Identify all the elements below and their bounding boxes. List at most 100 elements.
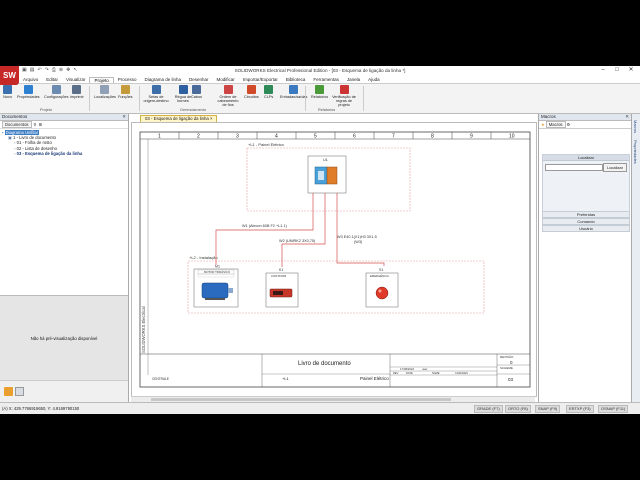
ribbon-separator: [363, 86, 364, 111]
ribbon-button-11[interactable]: CLPs: [264, 85, 273, 99]
preview-area: Não há pré-visualização disponível: [0, 295, 128, 381]
button-name: EMERGÊNCIA: [370, 273, 389, 278]
tree-item[interactable]: ▫ 03 - Esquema de ligação da linha: [2, 151, 126, 156]
macro-section-preferidas[interactable]: Preferidas: [542, 211, 630, 218]
column-number: 3: [236, 134, 239, 140]
ortho-toggle[interactable]: ORTO (F8): [505, 405, 531, 413]
macros-tab[interactable]: Macros: [545, 121, 566, 128]
title-block: Livro de documento REVISÃO 0 SCHEME 03 +…: [140, 353, 530, 387]
ribbon-button-2[interactable]: Configurações: [44, 85, 68, 99]
menu-tab-9[interactable]: Biblioteca: [282, 77, 310, 82]
macro-section-comando[interactable]: Comando: [542, 218, 630, 225]
vertical-tab-macros[interactable]: Macros: [633, 120, 638, 133]
ribbon: Novo Propriedades Configurações Imprimir Loc…: [0, 83, 640, 114]
menu-tab-3[interactable]: Projeto: [89, 76, 114, 83]
filter-icon[interactable]: ⚲: [34, 122, 37, 127]
ribbon-button-1[interactable]: Propriedades: [17, 85, 40, 99]
menu-tab-8[interactable]: Importar/Exportar: [239, 77, 282, 82]
vertical-tab-strip: Macros Propriedades: [631, 114, 640, 403]
macro-search-button[interactable]: Localizar: [603, 163, 627, 172]
brand-vertical: SOLIDWORKS Electrical: [141, 306, 146, 353]
grid-toggle[interactable]: GRADE (F7): [474, 405, 503, 413]
menu-tab-2[interactable]: Visualizar: [62, 77, 89, 82]
ribbon-group-label: Projeto: [40, 108, 53, 112]
menu-tab-4[interactable]: Processo: [114, 77, 141, 82]
ribbon-button-13[interactable]: Relatórios: [311, 85, 328, 99]
ribbon-button-icon: [51, 85, 61, 94]
ribbon-group-label: Relatórios: [318, 108, 336, 112]
documents-panel-header: Documentos ✕: [0, 114, 128, 121]
macro-search-input[interactable]: [545, 164, 603, 171]
cable-w3[interactable]: [336, 193, 385, 266]
menu-tab-6[interactable]: Desenhar: [185, 77, 213, 82]
status-bar: (A) X: 429.7766919650, Y: 4.9169790150 G…: [0, 402, 640, 414]
vertical-tab-properties[interactable]: Propriedades: [633, 140, 638, 164]
scrollbar-thumb[interactable]: [151, 398, 451, 401]
ribbon-button-icon: [288, 85, 298, 94]
documents-tab[interactable]: Documentos: [2, 121, 32, 128]
column-number: 10: [509, 134, 515, 140]
macros-panel-title: Macros: [541, 114, 556, 119]
ribbon-button-icon: [23, 85, 33, 94]
cable-w1[interactable]: [215, 193, 314, 265]
column-number: 5: [314, 134, 317, 140]
ribbon-button-icon: [178, 85, 188, 94]
star-icon[interactable]: ★: [541, 122, 545, 127]
ribbon-button-icon: [3, 85, 12, 94]
ribbon-button-0[interactable]: Novo: [3, 85, 12, 99]
revision-value: 0: [510, 360, 513, 365]
cable-w3-label: W3 E40 1(X1)H3 3X1,5: [337, 235, 377, 239]
ribbon-button-label: Setas de origem-destino: [143, 95, 169, 103]
column-number: 1: [158, 134, 161, 140]
components-view-icon[interactable]: [15, 387, 24, 396]
menu-tab-5[interactable]: Diagrama de linha: [141, 77, 186, 82]
ribbon-button-label: Imprimir: [70, 95, 84, 99]
maximize-icon[interactable]: □: [610, 66, 624, 75]
menu-tab-10[interactable]: Ferramentas: [309, 77, 343, 82]
macros-search-box: Localizar Localizar: [542, 154, 630, 212]
close-icon[interactable]: ✕: [625, 114, 629, 120]
electrical-panel-icon: [314, 166, 338, 185]
snap-toggle[interactable]: SNAP (F9): [535, 405, 561, 413]
ribbon-button-6[interactable]: Setas de origem-destino: [143, 85, 169, 103]
search-header: Localizar: [543, 155, 629, 161]
scheme-label: SCHEME: [500, 366, 513, 370]
drawing-canvas[interactable]: 1 2 3 4 5 6 7 8 9 10 SOLIDWORKS Electrical +L1 - …: [131, 122, 537, 397]
ribbon-button-label: CLPs: [264, 95, 274, 99]
close-icon[interactable]: ✕: [624, 66, 638, 75]
menu-tab-7[interactable]: Modificar: [213, 77, 239, 82]
settings-icon[interactable]: ⚙: [567, 122, 571, 127]
macros-panel: Macros ✕ ★ Macros ⚙ Localizar Localizar …: [538, 114, 631, 403]
ertxp-toggle[interactable]: ERTXP (F3): [566, 405, 594, 413]
ribbon-button-10[interactable]: Circuitos: [244, 85, 259, 99]
menu-tab-12[interactable]: Ajuda: [364, 77, 384, 82]
app-logo[interactable]: SW: [0, 66, 19, 85]
ribbon-button-icon: [315, 85, 325, 94]
menu-tab-1[interactable]: Editar: [42, 77, 62, 82]
minimize-icon[interactable]: –: [596, 66, 610, 75]
column-number: 4: [275, 134, 278, 140]
expand-icon[interactable]: ⊞: [39, 122, 43, 127]
macro-section-usuario[interactable]: Usuário: [542, 225, 630, 232]
ribbon-button-8[interactable]: Cabos: [191, 85, 202, 99]
documents-view-icon[interactable]: [4, 387, 13, 396]
ribbon-button-14[interactable]: Verificação de regras de projeto: [331, 85, 357, 107]
ribbon-button-label: Funções: [118, 95, 133, 99]
menu-tab-11[interactable]: Janela: [343, 77, 364, 82]
osnap-toggle[interactable]: OSNAP (F11): [598, 405, 629, 413]
ribbon-button-4[interactable]: Localizações: [94, 85, 116, 99]
menu-tab-0[interactable]: Arquivo: [19, 77, 42, 82]
ribbon-button-5[interactable]: Funções: [118, 85, 133, 99]
ribbon-button-12[interactable]: Entradas/saídas: [280, 85, 307, 99]
revision-label: REVISÃO: [500, 354, 514, 359]
ribbon-tabs: Arquivo Editar Visualizar Projeto Processo Di…: [19, 76, 640, 83]
close-icon[interactable]: ✕: [122, 114, 126, 120]
panel-device-tag: U1: [323, 158, 328, 162]
documents-panel: Documentos ✕ Documentos ⚲ ⊞ ▪ Diagrama U…: [0, 114, 129, 403]
button-tag: S1: [379, 268, 383, 272]
title-bar: ▣ ▤ ↶ ↷ ⎙ ⊕ ✥ ↖ SOLIDWORKS Electrical Pr…: [0, 66, 640, 75]
column-number: 9: [470, 134, 473, 140]
ribbon-button-9[interactable]: Ordem de cabeamento de fios: [215, 85, 241, 107]
ribbon-separator: [139, 86, 140, 111]
ribbon-button-3[interactable]: Imprimir: [70, 85, 84, 99]
